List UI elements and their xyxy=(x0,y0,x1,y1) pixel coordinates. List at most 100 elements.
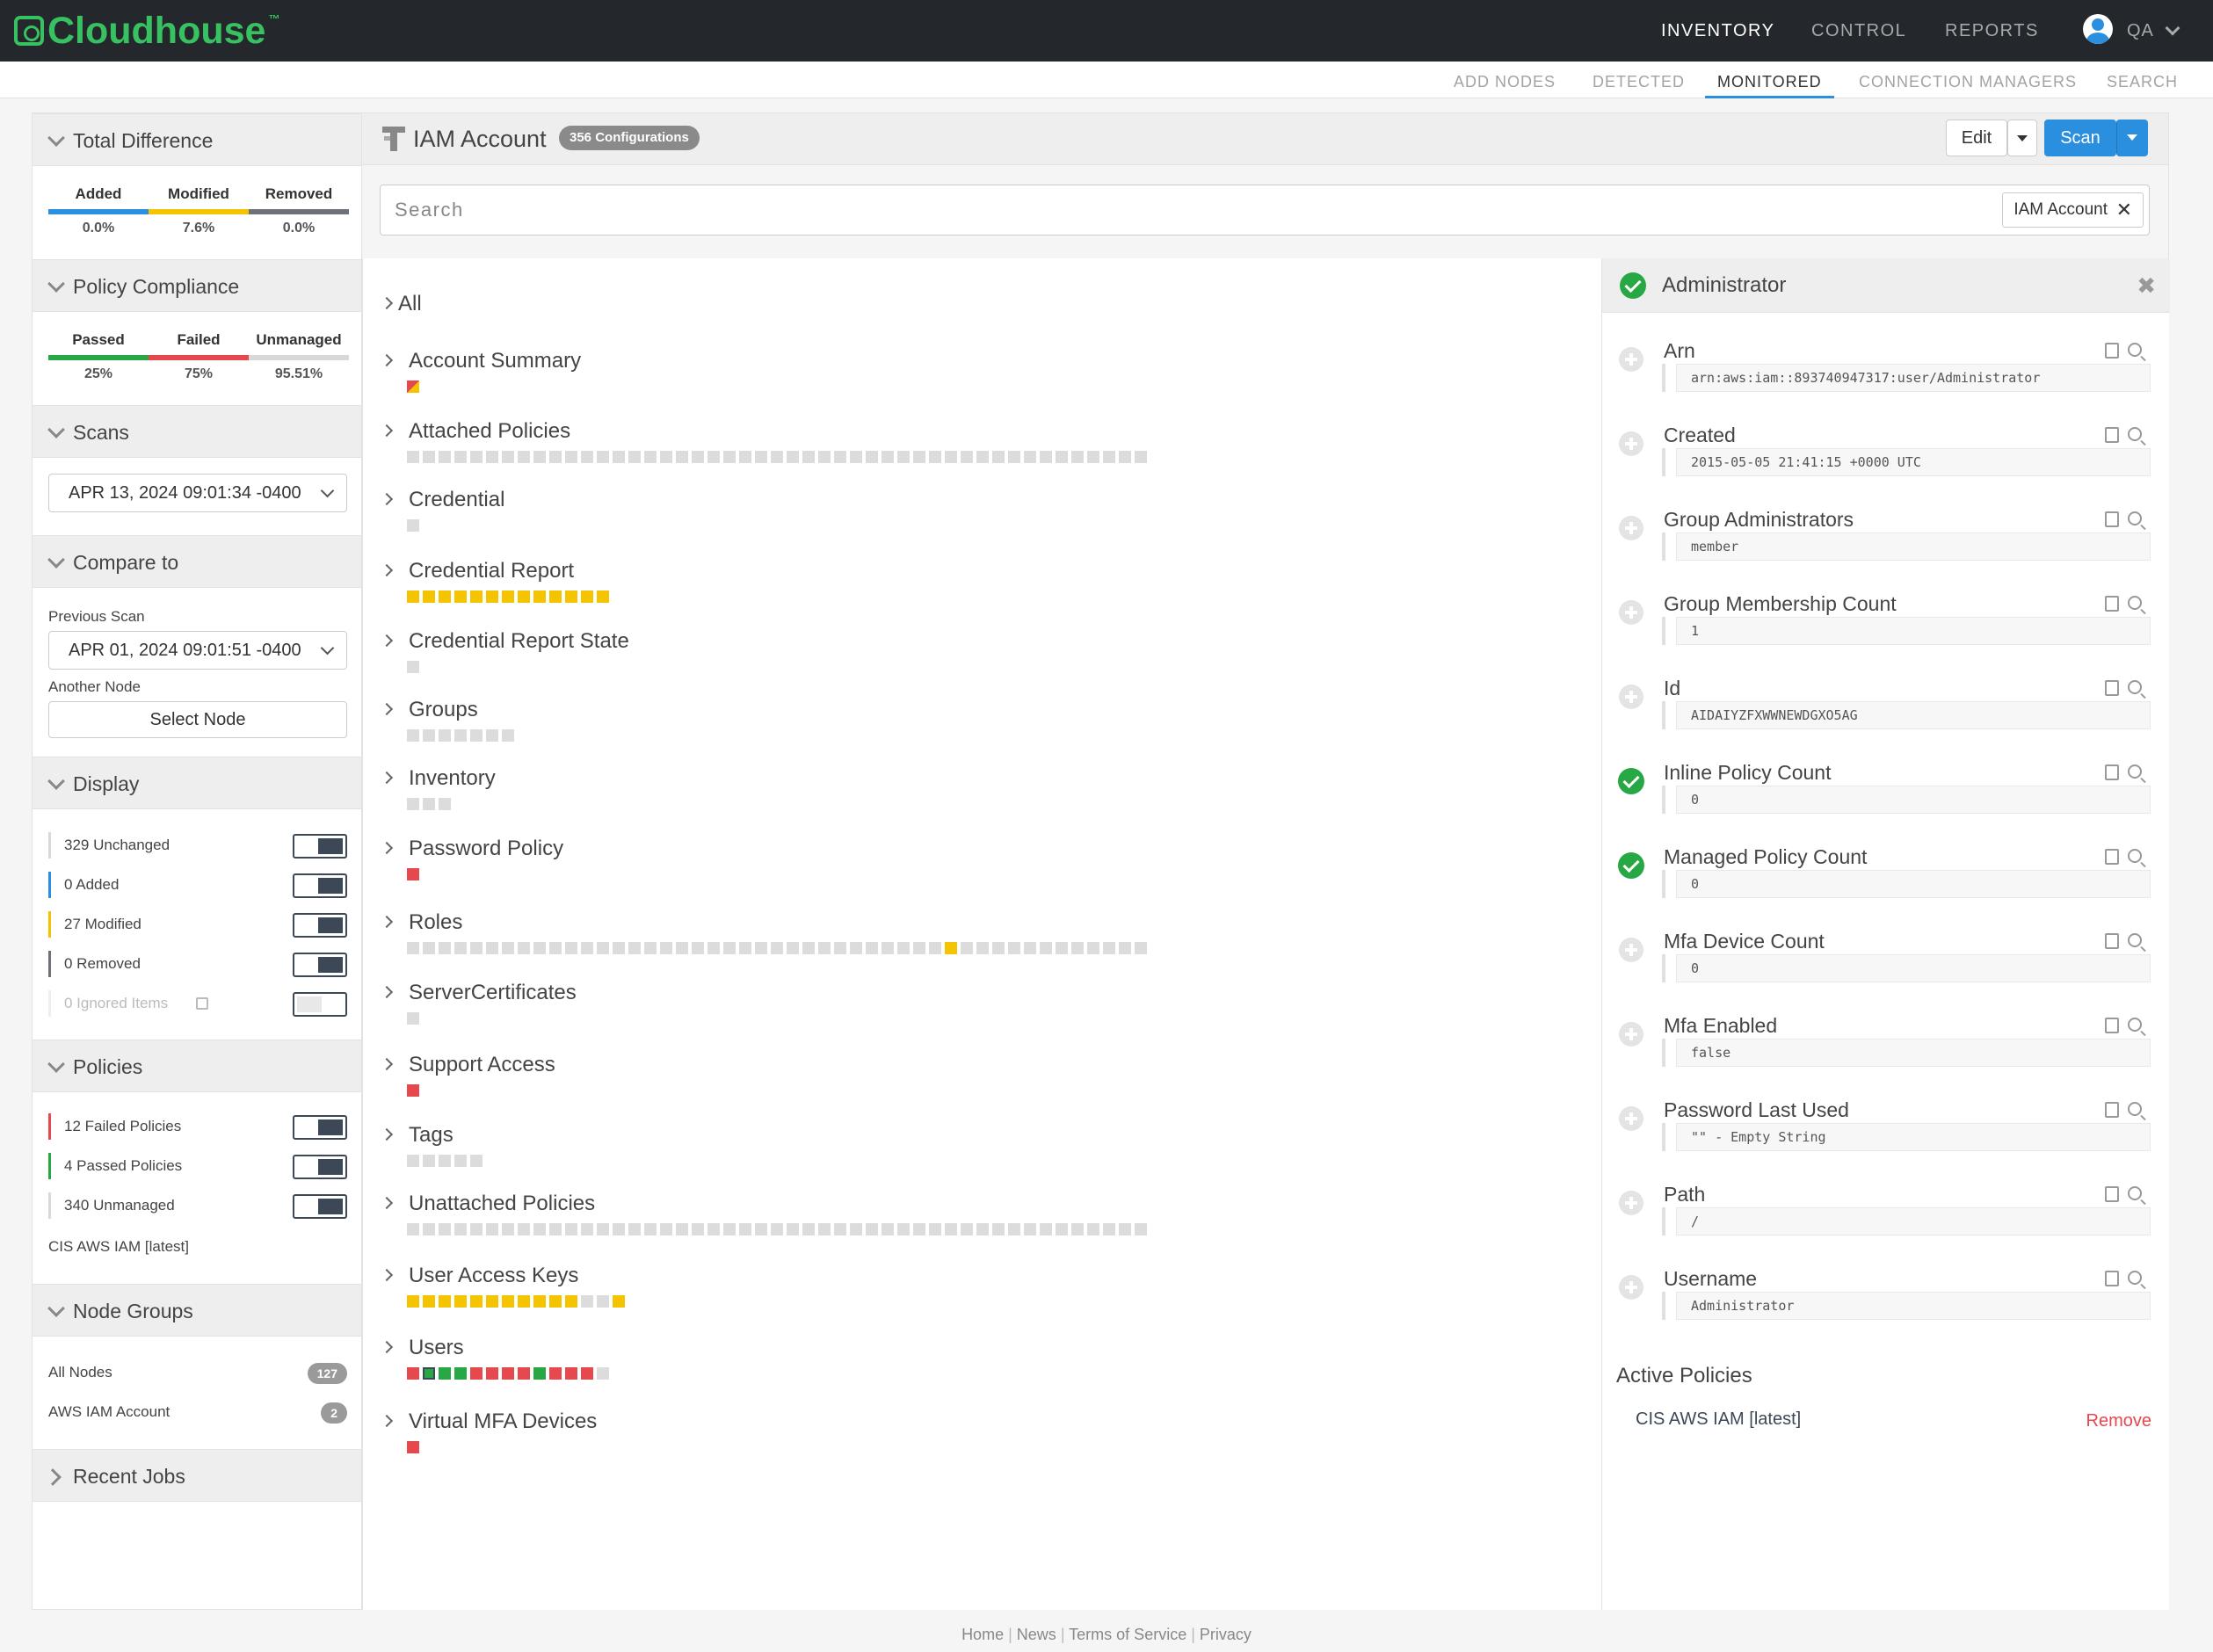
config-cell[interactable] xyxy=(660,1223,672,1235)
tree-item[interactable]: Groups xyxy=(380,698,1601,750)
config-cell[interactable] xyxy=(802,451,815,463)
copy-icon[interactable] xyxy=(2105,1271,2119,1286)
tree-item[interactable]: Credential xyxy=(380,488,1601,540)
chevron-down-icon[interactable] xyxy=(2165,20,2180,36)
config-cell[interactable] xyxy=(439,942,451,954)
config-cell[interactable] xyxy=(470,1223,483,1235)
config-cell[interactable] xyxy=(992,451,1005,463)
config-cell[interactable] xyxy=(644,1223,657,1235)
footer-link-terms[interactable]: Terms of Service xyxy=(1069,1626,1186,1643)
copy-icon[interactable] xyxy=(2105,680,2119,696)
config-cell[interactable] xyxy=(597,451,609,463)
config-cell[interactable] xyxy=(834,451,846,463)
search-icon[interactable] xyxy=(2128,596,2142,610)
config-cell[interactable] xyxy=(1135,451,1147,463)
footer-link-privacy[interactable]: Privacy xyxy=(1200,1626,1252,1643)
config-cell[interactable] xyxy=(407,1084,419,1097)
config-cell[interactable] xyxy=(565,1295,577,1308)
subnav-connection-managers[interactable]: CONNECTION MANAGERS xyxy=(1859,62,2077,98)
config-cell[interactable] xyxy=(1040,942,1052,954)
config-cell[interactable] xyxy=(1071,942,1084,954)
config-cell[interactable] xyxy=(486,1367,498,1380)
config-cell[interactable] xyxy=(897,1223,910,1235)
config-cell[interactable] xyxy=(439,1367,451,1380)
chevron-right-icon[interactable] xyxy=(380,353,394,367)
config-cell[interactable] xyxy=(407,380,419,393)
copy-icon[interactable] xyxy=(2105,343,2119,359)
config-cell[interactable] xyxy=(676,942,688,954)
chevron-right-icon[interactable] xyxy=(380,1340,394,1354)
config-cell[interactable] xyxy=(802,942,815,954)
config-cell[interactable] xyxy=(454,1155,467,1167)
config-cell[interactable] xyxy=(707,1223,720,1235)
chevron-right-icon[interactable] xyxy=(380,1196,394,1210)
config-cell[interactable] xyxy=(407,868,419,880)
chevron-right-icon[interactable] xyxy=(380,771,394,785)
config-cell[interactable] xyxy=(565,942,577,954)
copy-icon[interactable] xyxy=(2105,1102,2119,1118)
tree-item[interactable]: Roles xyxy=(380,910,1601,963)
search-icon[interactable] xyxy=(2128,511,2142,525)
subnav-detected[interactable]: DETECTED xyxy=(1593,62,1685,98)
cloudhouse-logo[interactable]: Cloudhouse ™ xyxy=(14,7,279,54)
config-cell[interactable] xyxy=(818,451,831,463)
nav-reports[interactable]: REPORTS xyxy=(1945,0,2039,62)
close-icon[interactable]: ✕ xyxy=(2116,193,2132,227)
config-cell[interactable] xyxy=(518,1295,530,1308)
config-cell[interactable] xyxy=(945,942,957,954)
config-cell[interactable] xyxy=(1087,942,1099,954)
section-scans[interactable]: Scans xyxy=(33,405,361,458)
config-cell[interactable] xyxy=(439,729,451,742)
config-cell[interactable] xyxy=(771,1223,783,1235)
config-cell[interactable] xyxy=(866,1223,878,1235)
config-cell[interactable] xyxy=(565,451,577,463)
config-cell[interactable] xyxy=(755,942,767,954)
config-cell[interactable] xyxy=(423,1295,435,1308)
search-input[interactable]: Search IAM Account ✕ xyxy=(380,185,2150,235)
search-icon[interactable] xyxy=(2128,933,2142,947)
config-cell[interactable] xyxy=(945,451,957,463)
visibility-toggle[interactable] xyxy=(293,1155,347,1179)
search-icon[interactable] xyxy=(2128,1102,2142,1116)
config-cell[interactable] xyxy=(739,1223,751,1235)
config-cell[interactable] xyxy=(486,451,498,463)
config-cell[interactable] xyxy=(1056,1223,1068,1235)
config-cell[interactable] xyxy=(597,942,609,954)
config-cell[interactable] xyxy=(818,942,831,954)
tree-item[interactable]: ServerCertificates xyxy=(380,981,1601,1033)
section-policy-compliance[interactable]: Policy Compliance xyxy=(33,259,361,312)
copy-icon[interactable] xyxy=(2105,1018,2119,1033)
config-cell[interactable] xyxy=(407,1367,419,1380)
config-cell[interactable] xyxy=(1040,1223,1052,1235)
config-cell[interactable] xyxy=(486,1223,498,1235)
config-cell[interactable] xyxy=(1135,1223,1147,1235)
config-cell[interactable] xyxy=(470,1155,483,1167)
search-icon[interactable] xyxy=(2128,764,2142,779)
config-cell[interactable] xyxy=(502,942,514,954)
config-cell[interactable] xyxy=(470,451,483,463)
config-cell[interactable] xyxy=(613,942,625,954)
copy-icon[interactable] xyxy=(2105,764,2119,780)
config-cell[interactable] xyxy=(1119,451,1131,463)
config-cell[interactable] xyxy=(897,451,910,463)
config-cell[interactable] xyxy=(1024,451,1036,463)
config-cell[interactable] xyxy=(533,591,546,603)
config-cell[interactable] xyxy=(913,1223,925,1235)
config-cell[interactable] xyxy=(976,451,989,463)
config-cell[interactable] xyxy=(882,1223,894,1235)
config-cell[interactable] xyxy=(454,1223,467,1235)
config-cell[interactable] xyxy=(581,1367,593,1380)
footer-link-home[interactable]: Home xyxy=(961,1626,1004,1643)
config-cell[interactable] xyxy=(613,1295,625,1308)
config-cell[interactable] xyxy=(834,942,846,954)
config-cell[interactable] xyxy=(961,1223,973,1235)
config-cell[interactable] xyxy=(929,942,941,954)
chevron-right-icon[interactable] xyxy=(380,841,394,855)
config-cell[interactable] xyxy=(739,451,751,463)
config-cell[interactable] xyxy=(565,1367,577,1380)
config-cell[interactable] xyxy=(850,451,862,463)
config-cell[interactable] xyxy=(1008,451,1020,463)
config-cell[interactable] xyxy=(834,1223,846,1235)
config-cell[interactable] xyxy=(1008,942,1020,954)
config-cell[interactable] xyxy=(502,1295,514,1308)
